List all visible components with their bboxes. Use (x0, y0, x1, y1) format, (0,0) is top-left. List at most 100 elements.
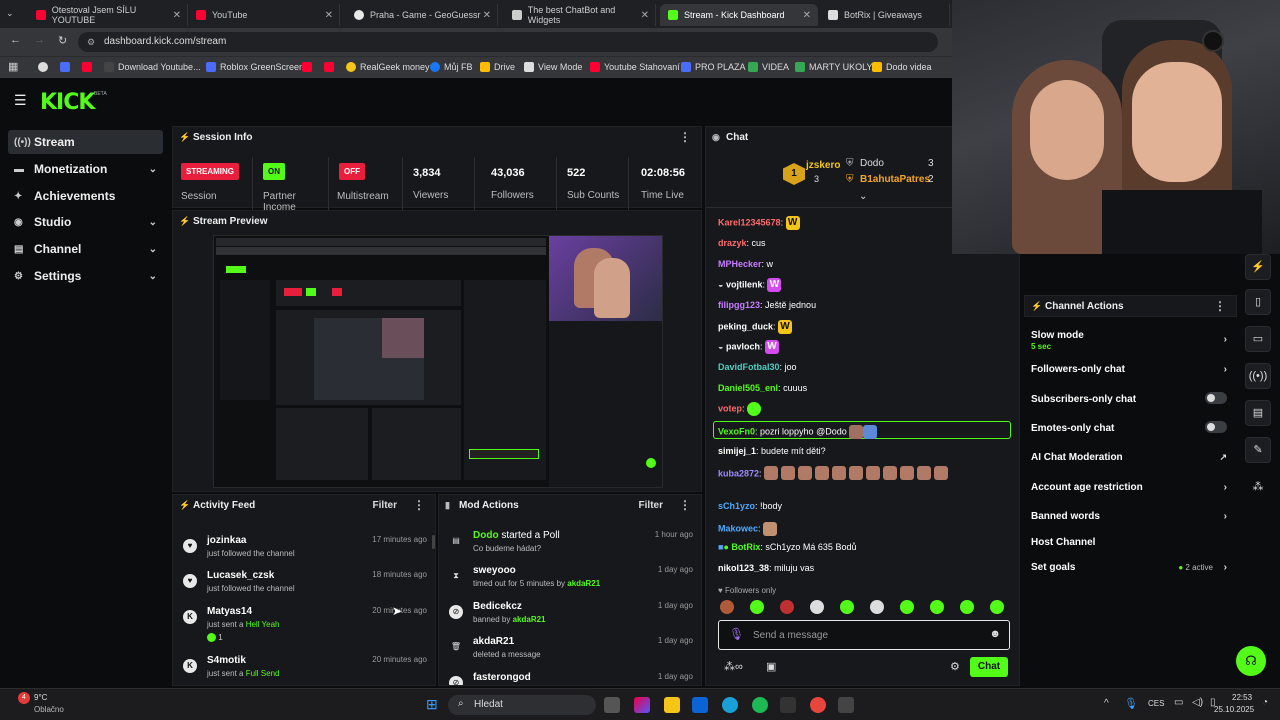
tab-botrix[interactable]: BotRix | Giveaways (820, 4, 950, 26)
bookmark-download-youtube[interactable]: Download Youtube... (104, 62, 201, 72)
forward-icon[interactable]: → (34, 34, 45, 46)
tab-chatbot[interactable]: The best ChatBot and Widgets ✕ (504, 4, 656, 26)
tab-youtube-video[interactable]: Otestoval Jsem SÍLU YOUTUBE ✕ (28, 4, 188, 26)
quick-emote[interactable] (900, 600, 914, 614)
sidebar-item-studio[interactable]: ◉ Studio ⌄ (8, 210, 163, 234)
more-options-icon[interactable]: ⋮ (413, 498, 425, 512)
bookmark-icon[interactable] (38, 62, 48, 72)
ai-moderation-row[interactable]: AI Chat Moderation ↗ (1031, 452, 1231, 463)
reload-icon[interactable]: ↻ (58, 34, 67, 47)
bookmark-youtube-stahovani[interactable]: Youtube Stahovaní (590, 62, 680, 72)
lightning-tool-icon[interactable]: ⚡ (1245, 254, 1271, 280)
outlook-icon[interactable] (692, 697, 708, 713)
youtube-bookmark-icon[interactable] (82, 62, 92, 72)
set-goals-row[interactable]: Set goals ● 2 active › (1031, 562, 1231, 573)
tab-list-icon[interactable]: ⌄ (6, 8, 14, 19)
emotes-only-toggle[interactable] (1205, 421, 1227, 433)
sidebar-item-stream[interactable]: ((•)) Stream (8, 130, 163, 154)
bookmark-icon[interactable] (60, 62, 70, 72)
host-channel-row[interactable]: Host Channel (1031, 537, 1231, 548)
help-support-icon[interactable]: ☊ (1236, 646, 1266, 676)
apps-icon[interactable]: ▦ (8, 60, 18, 73)
site-info-icon[interactable]: ⚙ (87, 32, 95, 52)
task-view-icon[interactable] (604, 697, 620, 713)
volume-icon[interactable]: ◁) (1192, 697, 1203, 708)
quick-emote[interactable] (960, 600, 974, 614)
emoji-icon[interactable]: ☻ (989, 628, 1001, 640)
bookmark-pro-plaza[interactable]: PRO PLAZA (681, 62, 746, 72)
back-icon[interactable]: ← (10, 34, 21, 46)
mod-filter-button[interactable]: Filter (639, 500, 663, 511)
sidebar-item-settings[interactable]: ⚙ Settings ⌄ (8, 264, 163, 288)
banned-words-row[interactable]: Banned words › (1031, 511, 1231, 522)
quick-emote[interactable] (810, 600, 824, 614)
windows-start-icon[interactable]: ⊞ (426, 696, 438, 713)
close-icon[interactable]: ✕ (641, 10, 649, 21)
bookmark-view-mode[interactable]: View Mode (524, 62, 582, 72)
stat-multistream[interactable]: OFF Multistream (329, 157, 403, 217)
chat-settings-icon[interactable]: ⚙ (950, 660, 960, 673)
epic-games-icon[interactable] (838, 697, 854, 713)
document-tool-icon[interactable]: ▯ (1245, 289, 1271, 315)
notifications-icon[interactable]: ◔ (1262, 697, 1268, 708)
quick-emote[interactable] (780, 600, 794, 614)
bookmark-videa[interactable]: VIDEA (748, 62, 789, 72)
kick-logo[interactable]: KICK (40, 90, 95, 115)
hamburger-menu-icon[interactable]: ☰ (14, 92, 27, 109)
quick-emote[interactable] (720, 600, 734, 614)
bookmark-marty-ukoly[interactable]: MARTY UKOLY (795, 62, 873, 72)
mic-tray-icon[interactable]: 🎙 (1124, 697, 1138, 710)
tray-overflow-icon[interactable]: ^ (1104, 698, 1109, 709)
bookmark-drive[interactable]: Drive (480, 62, 515, 72)
sidebar-item-achievements[interactable]: ✦ Achievements (8, 184, 163, 208)
close-icon[interactable]: ✕ (483, 10, 491, 21)
quick-emote[interactable] (870, 600, 884, 614)
sidebar-item-channel[interactable]: ▤ Channel ⌄ (8, 237, 163, 261)
slow-mode-row[interactable]: Slow mode 5 sec › (1031, 330, 1231, 352)
taskbar-search[interactable]: ⌕ Hledat (448, 695, 596, 715)
stream-preview-video[interactable] (213, 235, 663, 488)
mic-icon[interactable]: 🎙 (729, 627, 744, 641)
chat-send-button[interactable]: Chat (970, 657, 1008, 677)
account-age-row[interactable]: Account age restriction › (1031, 482, 1231, 493)
quick-emote[interactable] (930, 600, 944, 614)
youtube-bookmark-icon[interactable] (324, 62, 334, 72)
youtube-bookmark-icon[interactable] (302, 62, 312, 72)
chevron-down-icon[interactable]: ⌄ (859, 191, 867, 202)
network-icon[interactable]: ▭ (1174, 697, 1183, 708)
more-options-icon[interactable]: ⋮ (679, 498, 691, 512)
subscribers-only-toggle[interactable] (1205, 392, 1227, 404)
chat-tool-icon[interactable]: ▭ (1245, 326, 1271, 352)
list-tool-icon[interactable]: ▤ (1245, 400, 1271, 426)
tab-geoguessr[interactable]: Praha - Game - GeoGuessr ✕ (346, 4, 498, 26)
scrollbar[interactable] (432, 535, 435, 549)
quick-emote[interactable] (990, 600, 1004, 614)
tab-kick-dashboard[interactable]: Stream - Kick Dashboard ✕ (660, 4, 818, 26)
bookmark-roblox[interactable]: Roblox GreenScreen (206, 62, 304, 72)
bookmark-fb[interactable]: Můj FB (430, 62, 473, 72)
stat-partner-income[interactable]: ON Partner Income (253, 157, 329, 217)
clock-time[interactable]: 22:53 (1232, 693, 1252, 702)
weather-temp[interactable]: 9°C (34, 693, 47, 702)
gift-icon[interactable]: ▣ (766, 660, 776, 673)
more-options-icon[interactable]: ⋮ (1214, 299, 1226, 313)
broadcast-tool-icon[interactable]: ((•)) (1245, 363, 1271, 389)
tab-youtube[interactable]: YouTube ✕ (188, 4, 340, 26)
followers-only-row[interactable]: Followers-only chat › (1031, 364, 1231, 375)
clock-date[interactable]: 25.10.2025 (1214, 705, 1254, 714)
quick-emote[interactable] (750, 600, 764, 614)
close-icon[interactable]: ✕ (325, 10, 333, 21)
points-icon[interactable]: ⁂∞ (724, 660, 743, 673)
wrench-tool-icon[interactable]: ✎ (1245, 437, 1271, 463)
sidebar-item-monetization[interactable]: ▬ Monetization ⌄ (8, 157, 163, 181)
chrome-icon[interactable] (810, 697, 826, 713)
language-indicator[interactable]: CES (1148, 699, 1164, 708)
edge-icon[interactable] (722, 697, 738, 713)
bookmark-dodo-videa[interactable]: Dodo videa (872, 62, 932, 72)
copilot-icon[interactable] (634, 697, 650, 713)
spotify-icon[interactable] (752, 697, 768, 713)
url-input[interactable]: ⚙ dashboard.kick.com/stream (78, 32, 938, 52)
bookmark-realgeek[interactable]: RealGeek money (346, 62, 430, 72)
chat-input[interactable]: 🎙 Send a message ☻ (718, 620, 1010, 650)
file-explorer-icon[interactable] (664, 697, 680, 713)
